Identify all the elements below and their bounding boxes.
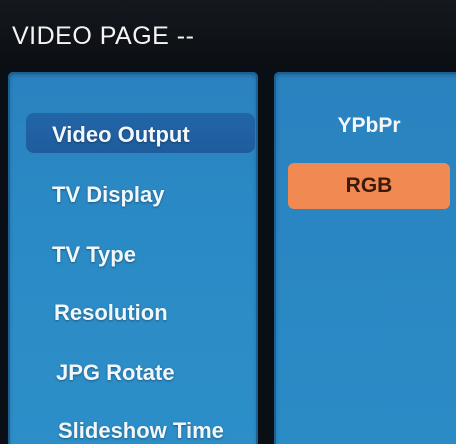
menu-item-label: Video Output	[52, 122, 190, 147]
menu-item-slideshow-time[interactable]: Slideshow Time	[8, 408, 258, 444]
settings-menu-panel: Video Output TV Display TV Type Resoluti…	[8, 72, 258, 444]
menu-item-label: Slideshow Time	[58, 418, 224, 443]
options-panel: YPbPr RGB	[274, 72, 456, 444]
menu-item-resolution[interactable]: Resolution	[8, 290, 258, 334]
menu-item-label: TV Type	[52, 242, 136, 267]
menu-item-label: Resolution	[54, 300, 168, 325]
menu-item-tv-type[interactable]: TV Type	[8, 232, 258, 276]
page-title: VIDEO PAGE --	[12, 22, 195, 50]
tv-osd-screen: VIDEO PAGE -- Video Output TV Display TV…	[0, 0, 456, 444]
option-rgb[interactable]: RGB	[288, 163, 450, 209]
menu-item-video-output[interactable]: Video Output	[26, 113, 255, 153]
menu-item-label: JPG Rotate	[56, 360, 175, 385]
menu-item-tv-display[interactable]: TV Display	[8, 172, 258, 216]
menu-item-label: TV Display	[52, 182, 165, 207]
menu-item-jpg-rotate[interactable]: JPG Rotate	[8, 350, 258, 394]
title-bar: VIDEO PAGE --	[0, 0, 456, 66]
option-ypbpr[interactable]: YPbPr	[288, 103, 450, 149]
